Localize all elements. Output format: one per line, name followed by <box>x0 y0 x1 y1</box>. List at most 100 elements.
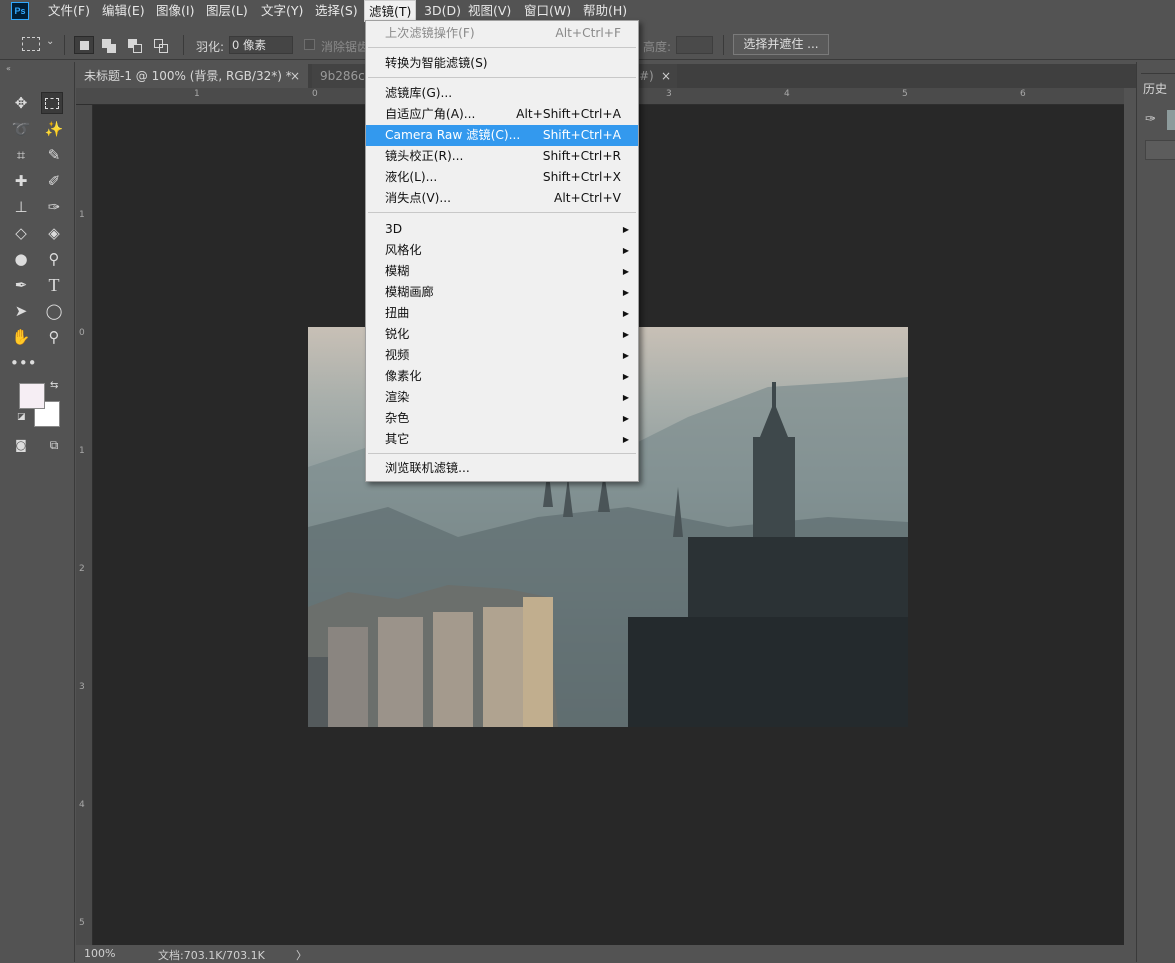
ruler-label: 3 <box>79 682 85 692</box>
menu-item-other[interactable]: 其它 ▶ <box>366 429 638 450</box>
menu-item-blur-gallery[interactable]: 模糊画廊 ▶ <box>366 282 638 303</box>
marquee-preset-icon[interactable] <box>22 37 40 51</box>
collapse-icon[interactable]: « <box>6 64 11 73</box>
ruler-label: 0 <box>79 328 85 338</box>
swap-colors-icon[interactable]: ⇆ <box>50 380 58 391</box>
menu-item-sharpen[interactable]: 锐化 ▶ <box>366 324 638 345</box>
blur-tool-icon[interactable]: ● <box>10 248 32 270</box>
menu-item-label: 杂色 <box>385 411 410 425</box>
ruler-label: 1 <box>79 210 85 220</box>
dodge-tool-icon[interactable]: ⚲ <box>43 248 65 270</box>
menu-type[interactable]: 文字(Y) <box>257 0 307 22</box>
pen-tool-icon[interactable]: ✒ <box>10 274 32 296</box>
brush-tool-icon[interactable]: ✐ <box>43 170 65 192</box>
more-tools-icon[interactable]: ••• <box>10 352 37 374</box>
default-colors-icon[interactable]: ◪ <box>17 412 26 422</box>
menu-filter[interactable]: 滤镜(T) <box>364 0 417 22</box>
menu-item-camera-raw-filter[interactable]: Camera Raw 滤镜(C)... Shift+Ctrl+A <box>366 125 638 146</box>
close-icon[interactable]: × <box>290 64 300 88</box>
hand-tool-icon[interactable]: ✋ <box>10 326 32 348</box>
submenu-arrow-icon: ▶ <box>622 330 629 339</box>
tab-document-3[interactable]: #) × <box>639 64 677 88</box>
history-snapshot-thumbnail[interactable] <box>1167 110 1175 130</box>
height-input[interactable] <box>676 36 713 54</box>
crop-tool-icon[interactable]: ⌗ <box>10 144 32 166</box>
lasso-tool-icon[interactable]: ➰ <box>10 118 32 140</box>
menu-item-noise[interactable]: 杂色 ▶ <box>366 408 638 429</box>
menu-select[interactable]: 选择(S) <box>311 0 362 22</box>
tab-document-2[interactable]: 9b286c <box>312 64 366 88</box>
menu-help[interactable]: 帮助(H) <box>579 0 631 22</box>
magic-wand-tool-icon[interactable]: ✨ <box>43 118 65 140</box>
menu-item-label: 像素化 <box>385 369 422 383</box>
zoom-level[interactable]: 100% <box>84 947 115 960</box>
menu-view[interactable]: 视图(V) <box>464 0 515 22</box>
menu-item-video[interactable]: 视频 ▶ <box>366 345 638 366</box>
menu-image[interactable]: 图像(I) <box>152 0 198 22</box>
menu-item-adaptive-wide-angle[interactable]: 自适应广角(A)... Alt+Shift+Ctrl+A <box>366 104 638 125</box>
filter-menu-dropdown: 上次滤镜操作(F) Alt+Ctrl+F 转换为智能滤镜(S) 滤镜库(G)...… <box>365 20 639 482</box>
chevron-down-icon[interactable]: ⌄ <box>46 36 54 47</box>
add-to-selection-button[interactable] <box>98 36 118 54</box>
menu-item-label: 视频 <box>385 348 410 362</box>
menu-window[interactable]: 窗口(W) <box>520 0 575 22</box>
menu-layer[interactable]: 图层(L) <box>202 0 252 22</box>
menu-item-shortcut: Shift+Ctrl+X <box>542 170 621 184</box>
menu-item-3d[interactable]: 3D ▶ <box>366 219 638 240</box>
menu-item-filter-gallery[interactable]: 滤镜库(G)... <box>366 83 638 104</box>
select-and-mask-button[interactable]: 选择并遮住 ... <box>733 34 829 55</box>
tab-document-1[interactable]: 未标题-1 @ 100% (背景, RGB/32*) * × <box>76 64 308 88</box>
antialias-checkbox[interactable] <box>304 39 315 50</box>
tools-panel: « ✥ ➰ ✨ ⌗ ✎ ✚ ✐ ⊥ ✑ ◇ ◈ ● ⚲ ✒ T ➤ ◯ ✋ ⚲ … <box>0 62 75 962</box>
menu-item-convert-smart-filter[interactable]: 转换为智能滤镜(S) <box>366 53 638 74</box>
marquee-tool-icon[interactable] <box>41 92 63 114</box>
menu-edit[interactable]: 编辑(E) <box>98 0 149 22</box>
path-selection-tool-icon[interactable]: ➤ <box>10 300 32 322</box>
clone-stamp-tool-icon[interactable]: ⊥ <box>10 196 32 218</box>
menu-item-blur[interactable]: 模糊 ▶ <box>366 261 638 282</box>
menu-item-browse-online-filters[interactable]: 浏览联机滤镜... <box>366 458 638 479</box>
foreground-color-swatch[interactable] <box>19 383 45 409</box>
menu-file[interactable]: 文件(F) <box>44 0 94 22</box>
menu-item-distort[interactable]: 扭曲 ▶ <box>366 303 638 324</box>
submenu-arrow-icon: ▶ <box>622 393 629 402</box>
menu-item-pixelate[interactable]: 像素化 ▶ <box>366 366 638 387</box>
history-brush-icon[interactable]: ✑ <box>1145 112 1156 127</box>
intersect-selection-button[interactable] <box>150 36 170 54</box>
close-icon[interactable]: × <box>661 64 671 88</box>
eraser-tool-icon[interactable]: ◇ <box>10 222 32 244</box>
zoom-tool-icon[interactable]: ⚲ <box>43 326 65 348</box>
document-info: 文档:703.1K/703.1K <box>158 949 265 962</box>
menu-3d[interactable]: 3D(D) <box>420 0 465 22</box>
history-row[interactable] <box>1145 140 1175 160</box>
subtract-from-selection-button[interactable] <box>124 36 144 54</box>
eyedropper-tool-icon[interactable]: ✎ <box>43 144 65 166</box>
healing-brush-tool-icon[interactable]: ✚ <box>10 170 32 192</box>
ellipse-tool-icon[interactable]: ◯ <box>43 300 65 322</box>
history-panel-tab[interactable]: 历史 <box>1143 80 1167 97</box>
menu-item-last-filter[interactable]: 上次滤镜操作(F) Alt+Ctrl+F <box>366 23 638 44</box>
menu-item-label: 风格化 <box>385 243 422 257</box>
quick-mask-icon[interactable]: ◙ <box>10 434 32 456</box>
feather-input[interactable]: 0 像素 <box>229 36 293 54</box>
menu-item-liquify[interactable]: 液化(L)... Shift+Ctrl+X <box>366 167 638 188</box>
type-tool-icon[interactable]: T <box>43 274 65 296</box>
paint-bucket-tool-icon[interactable]: ◈ <box>43 222 65 244</box>
menu-item-lens-correction[interactable]: 镜头校正(R)... Shift+Ctrl+R <box>366 146 638 167</box>
menu-item-shortcut: Alt+Shift+Ctrl+A <box>516 107 621 121</box>
status-menu-arrow-icon[interactable]: 〉 <box>296 947 307 963</box>
status-bar: 100% 文档:703.1K/703.1K 〉 <box>76 945 1136 962</box>
ruler-label: 5 <box>902 89 908 99</box>
move-tool-icon[interactable]: ✥ <box>10 92 32 114</box>
menu-item-vanishing-point[interactable]: 消失点(V)... Alt+Ctrl+V <box>366 188 638 209</box>
history-brush-tool-icon[interactable]: ✑ <box>43 196 65 218</box>
submenu-arrow-icon: ▶ <box>622 288 629 297</box>
menu-item-render[interactable]: 渲染 ▶ <box>366 387 638 408</box>
panel-header <box>1141 66 1175 74</box>
new-selection-button[interactable] <box>74 36 94 54</box>
ruler-label: 0 <box>312 89 318 99</box>
screen-mode-icon[interactable]: ⧉ <box>43 434 65 456</box>
menu-item-label: 转换为智能滤镜(S) <box>385 56 488 70</box>
menu-item-label: 扭曲 <box>385 306 410 320</box>
menu-item-stylize[interactable]: 风格化 ▶ <box>366 240 638 261</box>
